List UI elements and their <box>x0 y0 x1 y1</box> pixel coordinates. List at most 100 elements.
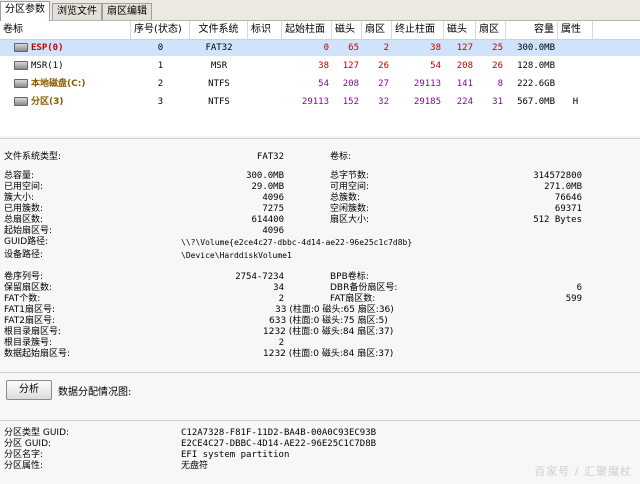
total-bytes-value: 314572800 <box>533 171 582 181</box>
partition-start-sec: 26 <box>378 61 389 71</box>
bpb-label: BPB卷标: <box>330 272 369 282</box>
partition-attr <box>558 58 593 74</box>
total-clusters-value: 76646 <box>554 193 582 203</box>
partition-index: 0 <box>157 43 164 53</box>
divider <box>0 420 640 421</box>
partition-attr <box>558 40 593 56</box>
partition-start-sec: 32 <box>378 97 389 107</box>
part-guid-label: 分区 GUID: <box>4 439 52 449</box>
col-header-end-head[interactable]: 磁头 <box>444 21 476 39</box>
free-label: 可用空间: <box>330 182 370 192</box>
partition-start-sec: 27 <box>378 79 389 89</box>
part-name-value: EFI system partition <box>181 450 290 460</box>
volume-label-label: 卷标: <box>330 152 352 162</box>
fs-type-label: 文件系统类型: <box>4 152 62 162</box>
table-row[interactable]: 分区(3) 3 NTFS 29113 152 32 29185 224 31 5… <box>0 94 640 110</box>
col-header-volume[interactable]: 卷标 <box>0 21 131 39</box>
table-row[interactable]: MSR(1) 1 MSR 38 127 26 54 208 26 128.0MB <box>0 58 640 74</box>
partition-end-cyl: 38 <box>430 43 441 53</box>
table-row[interactable]: 本地磁盘(C:) 2 NTFS 54 208 27 29113 141 8 22… <box>0 76 640 92</box>
partition-end-cyl: 29113 <box>413 79 441 89</box>
col-header-start-sec[interactable]: 扇区 <box>362 21 392 39</box>
partition-start-cyl: 0 <box>323 43 329 53</box>
partition-name: MSR(1) <box>31 61 64 71</box>
partition-start-cyl: 38 <box>318 61 329 71</box>
total-cap-value: 300.0MB <box>246 171 284 181</box>
total-bytes-label: 总字节数: <box>330 171 370 181</box>
partition-end-head: 141 <box>456 79 473 89</box>
fs-details-panel: 文件系统类型: FAT32 卷标: 总容量: 300.0MB 总字节数: 314… <box>0 148 640 383</box>
partition-flag <box>248 94 282 110</box>
fat2-value: 633 (柱面:0 磁头:75 扇区:5) <box>269 316 388 326</box>
fat-count-value: 2 <box>278 294 284 304</box>
partition-name: 本地磁盘(C:) <box>31 79 86 89</box>
total-cap-label: 总容量: <box>4 171 35 181</box>
tab-partition-params[interactable]: 分区参数 <box>0 1 50 21</box>
partition-index: 3 <box>157 97 164 107</box>
partition-start-cyl: 29113 <box>301 97 329 107</box>
sector-size-value: 512 Bytes <box>533 215 582 225</box>
partition-index: 2 <box>157 79 164 89</box>
tab-browse-files[interactable]: 浏览文件 <box>52 3 102 20</box>
partition-end-sec: 25 <box>492 43 503 53</box>
col-header-size[interactable]: 容量 <box>506 21 558 39</box>
partition-drive-icon <box>14 61 28 70</box>
col-header-end-cyl[interactable]: 终止柱面 <box>392 21 444 39</box>
sector-size-label: 扇区大小: <box>330 215 370 225</box>
partition-fs: MSR <box>210 61 228 71</box>
type-guid-value: C12A7328-F81F-11D2-BA4B-00A0C93EC93B <box>181 428 377 438</box>
root-cluster-value: 2 <box>278 338 284 348</box>
total-sectors-value: 614400 <box>251 215 284 225</box>
start-sector-label: 起始扇区号: <box>4 226 53 236</box>
partition-flag <box>248 58 282 74</box>
fat-count-label: FAT个数: <box>4 294 41 304</box>
distribution-label: 数据分配情况图: <box>58 387 132 398</box>
col-header-fs[interactable]: 文件系统 <box>190 21 248 39</box>
partition-table: 卷标 序号(状态) 文件系统 标识 起始柱面 磁头 扇区 终止柱面 磁头 扇区 … <box>0 21 640 136</box>
partition-size: 128.0MB <box>517 61 555 71</box>
reserved-value: 34 <box>273 283 284 293</box>
partition-size: 222.6GB <box>517 79 555 89</box>
partition-drive-icon <box>14 43 28 52</box>
analyze-button[interactable]: 分析 <box>6 380 52 400</box>
col-header-start-head[interactable]: 磁头 <box>332 21 362 39</box>
serial-label: 卷序列号: <box>4 272 44 282</box>
partition-flag <box>248 40 282 56</box>
tab-sector-edit[interactable]: 扇区编辑 <box>102 3 152 20</box>
partition-attr <box>558 76 593 92</box>
watermark: 百家号 / 汇聚魔杖 <box>534 465 632 478</box>
data-start-value: 1232 (柱面:0 磁头:84 扇区:37) <box>263 349 394 359</box>
partition-index: 1 <box>157 61 164 71</box>
col-header-end-sec[interactable]: 扇区 <box>476 21 506 39</box>
cluster-size-value: 4096 <box>262 193 284 203</box>
root-cluster-label: 根目录簇号: <box>4 338 53 348</box>
table-row[interactable]: ESP(0) 0 FAT32 0 65 2 38 127 25 300.0MB <box>0 40 640 56</box>
root-sector-label: 根目录扇区号: <box>4 327 62 337</box>
fat-sectors-label: FAT扇区数: <box>330 294 376 304</box>
used-value: 29.0MB <box>251 182 284 192</box>
partition-start-cyl: 54 <box>318 79 329 89</box>
partition-drive-icon <box>14 79 28 88</box>
part-name-label: 分区名字: <box>4 450 44 460</box>
col-header-flag[interactable]: 标识 <box>248 21 282 39</box>
col-header-attr[interactable]: 属性 <box>558 21 593 39</box>
partition-start-head: 65 <box>348 43 359 53</box>
partition-fs: NTFS <box>208 79 230 89</box>
device-path-value: \Device\HarddiskVolume1 <box>181 251 292 260</box>
used-clusters-value: 7275 <box>262 204 284 214</box>
partition-start-head: 208 <box>342 79 359 89</box>
partition-end-cyl: 54 <box>430 61 441 71</box>
root-sector-value: 1232 (柱面:0 磁头:84 扇区:37) <box>263 327 394 337</box>
partition-size: 300.0MB <box>517 43 555 53</box>
partition-attr: H <box>572 97 579 107</box>
total-sectors-label: 总扇区数: <box>4 215 44 225</box>
table-header: 卷标 序号(状态) 文件系统 标识 起始柱面 磁头 扇区 终止柱面 磁头 扇区 … <box>0 21 640 40</box>
partition-name: 分区(3) <box>31 97 64 107</box>
fat2-label: FAT2扇区号: <box>4 316 56 326</box>
partition-end-head: 224 <box>456 97 473 107</box>
col-header-start-cyl[interactable]: 起始柱面 <box>282 21 332 39</box>
part-attr-label: 分区属性: <box>4 461 44 471</box>
free-clusters-label: 空闲簇数: <box>330 204 370 214</box>
data-start-label: 数据起始扇区号: <box>4 349 71 359</box>
col-header-index[interactable]: 序号(状态) <box>131 21 190 39</box>
